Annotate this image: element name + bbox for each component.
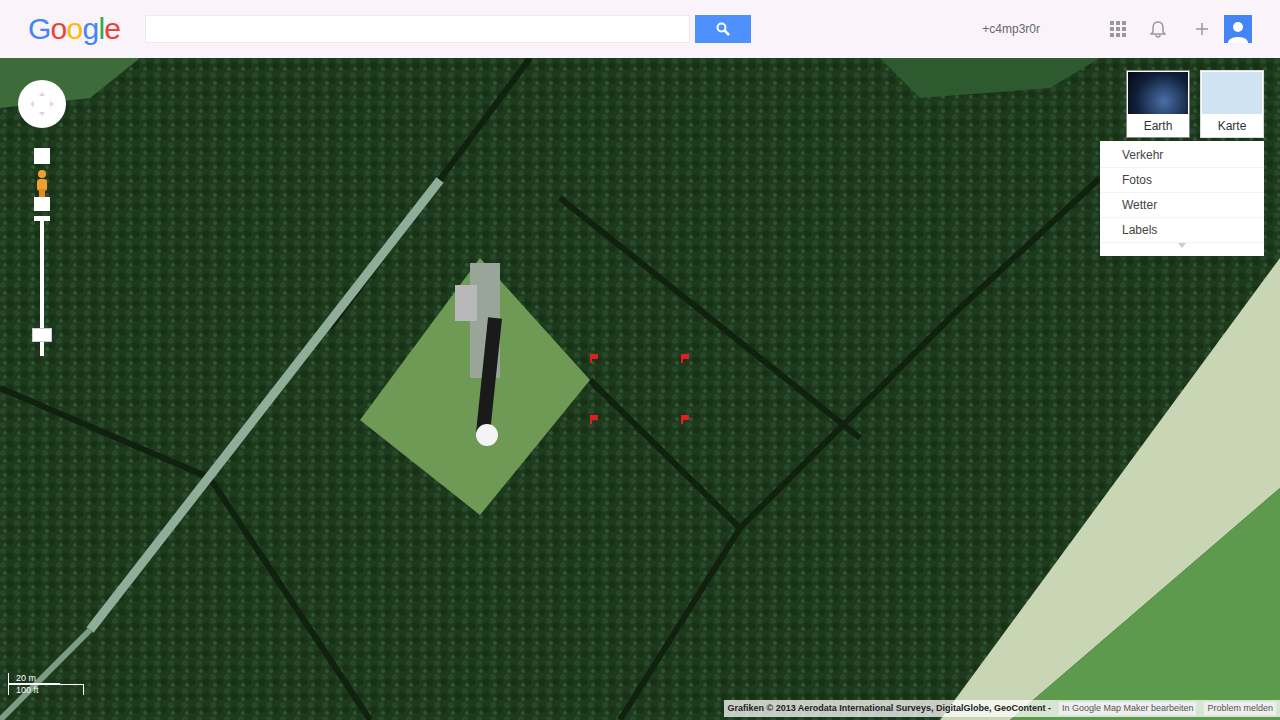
layers-menu: VerkehrFotosWetterLabels bbox=[1100, 141, 1264, 256]
pan-arrows-icon bbox=[27, 89, 57, 119]
zoom-control bbox=[34, 148, 50, 356]
map-type-tile[interactable]: Earth bbox=[1126, 70, 1190, 138]
layer-item[interactable]: Fotos bbox=[1100, 168, 1264, 193]
layer-item[interactable]: Labels bbox=[1100, 218, 1264, 243]
satellite-imagery[interactable] bbox=[0, 58, 1280, 720]
layer-item[interactable]: Verkehr bbox=[1100, 143, 1264, 168]
notifications-bell-icon[interactable] bbox=[1150, 20, 1166, 38]
scale-bar: 20 m100 ft bbox=[8, 673, 84, 695]
zoom-slider-tick bbox=[34, 216, 50, 221]
attribution-link[interactable]: In Google Map Maker bearbeiten bbox=[1059, 702, 1197, 716]
search-field[interactable] bbox=[145, 15, 690, 43]
map-marker[interactable] bbox=[590, 354, 598, 363]
share-plus-icon[interactable] bbox=[1195, 22, 1209, 36]
attribution-bar: Grafiken © 2013 Aerodata International S… bbox=[724, 700, 1280, 718]
top-bar: Google +c4mp3r0r bbox=[0, 0, 1280, 58]
pegman-icon[interactable] bbox=[35, 169, 49, 197]
avatar[interactable] bbox=[1224, 15, 1252, 43]
app: Google+c4mp3r0rEarthKarteVerkehrFotosWet… bbox=[0, 0, 1280, 720]
google-logo[interactable]: Google bbox=[28, 14, 145, 44]
map-marker[interactable] bbox=[681, 415, 689, 424]
user-name[interactable]: +c4mp3r0r bbox=[982, 20, 1040, 38]
map-canvas[interactable]: EarthKarteVerkehrFotosWetterLabels20 m10… bbox=[0, 58, 1280, 720]
map-marker[interactable] bbox=[681, 354, 689, 363]
zoom-in-button[interactable] bbox=[34, 148, 50, 164]
map-type-switcher: EarthKarte bbox=[1126, 70, 1264, 138]
apps-grid-icon[interactable] bbox=[1110, 21, 1126, 37]
map-marker[interactable] bbox=[590, 415, 598, 424]
attribution-link[interactable]: Problem melden bbox=[1204, 702, 1276, 716]
map-thumbnail bbox=[1202, 72, 1262, 114]
earth-thumbnail bbox=[1128, 72, 1188, 114]
search-button[interactable] bbox=[695, 15, 751, 43]
layer-item[interactable]: Wetter bbox=[1100, 193, 1264, 218]
person-icon bbox=[1227, 19, 1249, 43]
map-type-tile[interactable]: Karte bbox=[1200, 70, 1264, 138]
search-icon bbox=[716, 22, 730, 36]
zoom-slider-handle[interactable] bbox=[32, 328, 52, 342]
zoom-slider-track[interactable] bbox=[40, 216, 44, 356]
more-arrow-icon[interactable] bbox=[1178, 243, 1186, 248]
pan-control[interactable] bbox=[18, 80, 66, 128]
zoom-out-button[interactable] bbox=[34, 197, 50, 211]
